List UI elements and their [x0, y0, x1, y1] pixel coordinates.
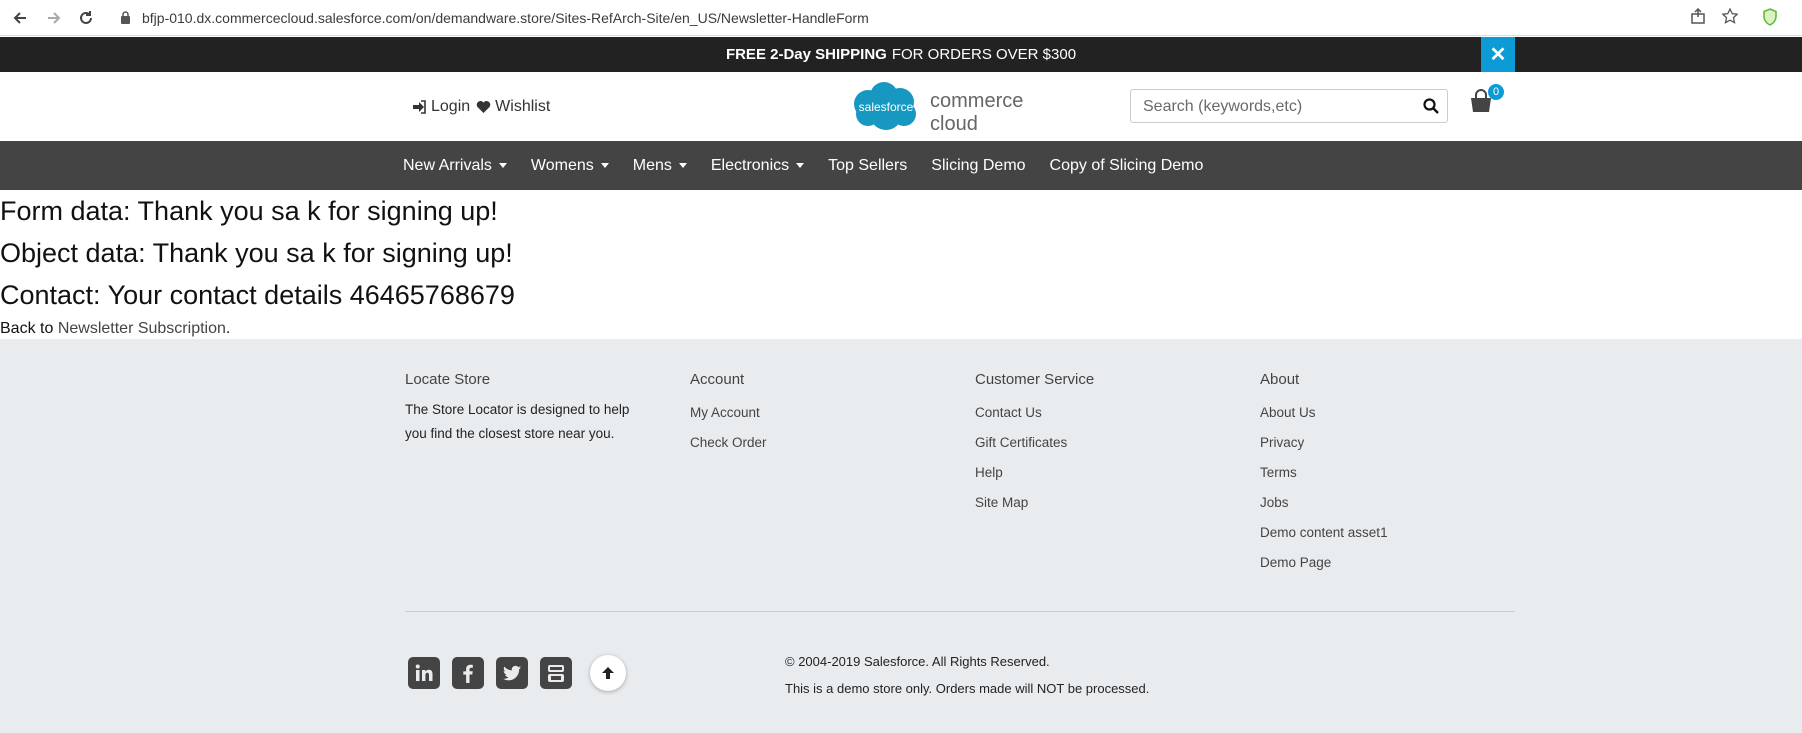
footer-locate-text: The Store Locator is designed to help yo…	[405, 402, 630, 441]
footer-divider	[405, 611, 1515, 612]
footer-link-check-order[interactable]: Check Order	[690, 428, 930, 458]
caret-down-icon	[796, 163, 805, 168]
facebook-icon[interactable]	[452, 657, 484, 689]
nav-label: Top Sellers	[828, 156, 908, 174]
heart-icon	[476, 101, 491, 113]
extension-shield-icon[interactable]	[1762, 8, 1778, 31]
footer-link-privacy[interactable]: Privacy	[1260, 428, 1500, 458]
promo-bold-text: FREE 2-Day SHIPPING	[725, 46, 887, 63]
main-content: Form data: Thank you sa k for signing up…	[0, 190, 1802, 338]
footer-link-help[interactable]: Help	[975, 458, 1215, 488]
promo-text: FOR ORDERS OVER $300	[891, 46, 1077, 63]
reload-icon[interactable]	[76, 8, 96, 28]
login-link[interactable]: Login	[412, 98, 470, 116]
demo-disclaimer-text: This is a demo store only. Orders made w…	[785, 681, 1150, 696]
caret-down-icon	[498, 163, 507, 168]
footer-link-jobs[interactable]: Jobs	[1260, 488, 1500, 518]
site-header: Login Wishlist salesforce commerce cloud…	[0, 72, 1802, 141]
footer-heading: About	[1260, 371, 1300, 388]
object-data-message: Object data: Thank you sa k for signing …	[0, 238, 513, 268]
close-promo-button[interactable]: ✕	[1481, 37, 1515, 72]
footer-link-about-us[interactable]: About Us	[1260, 398, 1500, 428]
footer-link-site-map[interactable]: Site Map	[975, 488, 1215, 518]
social-links	[408, 655, 626, 691]
newsletter-subscription-link[interactable]: Newsletter Subscription	[58, 320, 226, 337]
footer-heading: Account	[690, 371, 745, 388]
arrow-up-icon	[602, 667, 614, 679]
footer-customer-service: Customer Service Contact Us Gift Certifi…	[975, 371, 1215, 518]
footer-locate-store: Locate Store The Store Locator is design…	[405, 371, 645, 446]
back-to-top-button[interactable]	[590, 655, 626, 691]
nav-item-mens[interactable]: Mens	[621, 157, 699, 175]
nav-label: Electronics	[710, 156, 790, 174]
footer-about: About About Us Privacy Terms Jobs Demo c…	[1260, 371, 1500, 578]
back-prefix: Back to	[0, 320, 58, 337]
wishlist-label: Wishlist	[495, 98, 551, 115]
nav-item-electronics[interactable]: Electronics	[699, 157, 816, 175]
nav-label: Slicing Demo	[931, 156, 1026, 174]
youtube-icon[interactable]	[540, 657, 572, 689]
nav-label: Mens	[632, 156, 672, 174]
main-navigation: New Arrivals Womens Mens Electronics Top…	[0, 141, 1802, 190]
footer-link-contact-us[interactable]: Contact Us	[975, 398, 1215, 428]
nav-item-new-arrivals[interactable]: New Arrivals	[403, 157, 519, 175]
caret-down-icon	[678, 163, 687, 168]
bookmark-star-icon[interactable]	[1721, 7, 1739, 29]
logo-wordmark: commerce cloud	[930, 90, 1024, 135]
footer-account: Account My Account Check Order	[690, 371, 930, 458]
footer-link-my-account[interactable]: My Account	[690, 398, 930, 428]
nav-label: New Arrivals	[403, 156, 492, 174]
site-footer: Locate Store The Store Locator is design…	[0, 339, 1802, 733]
forward-arrow-icon[interactable]	[44, 8, 64, 28]
close-icon: ✕	[1489, 44, 1507, 66]
footer-link-demo-page[interactable]: Demo Page	[1260, 548, 1500, 578]
nav-item-copy-of-slicing-demo[interactable]: Copy of Slicing Demo	[1038, 157, 1216, 175]
user-links: Login Wishlist	[412, 98, 550, 116]
twitter-icon[interactable]	[496, 657, 528, 689]
nav-item-womens[interactable]: Womens	[519, 157, 621, 175]
nav-label: Womens	[530, 156, 594, 174]
form-data-message: Form data: Thank you sa k for signing up…	[0, 196, 498, 226]
footer-link-demo-content-asset1[interactable]: Demo content asset1	[1260, 518, 1500, 548]
footer-heading[interactable]: Locate Store	[405, 371, 645, 388]
back-arrow-icon[interactable]	[10, 8, 30, 28]
nav-label: Copy of Slicing Demo	[1049, 156, 1204, 174]
cart-count-badge: 0	[1488, 84, 1504, 100]
share-icon[interactable]	[1690, 7, 1706, 29]
salesforce-cloud-icon: salesforce	[854, 82, 916, 130]
wishlist-link[interactable]: Wishlist	[476, 98, 550, 116]
linkedin-icon[interactable]	[408, 657, 440, 689]
minicart-button[interactable]: 0	[1468, 84, 1504, 119]
nav-item-slicing-demo[interactable]: Slicing Demo	[919, 157, 1037, 175]
back-line: Back to Newsletter Subscription.	[0, 320, 1802, 338]
back-suffix: .	[225, 320, 231, 337]
salesforce-logo[interactable]: salesforce commerce cloud	[846, 78, 1076, 136]
menu-items: New Arrivals Womens Mens Electronics Top…	[403, 141, 1215, 190]
nav-item-top-sellers[interactable]: Top Sellers	[816, 157, 919, 175]
lock-icon[interactable]	[120, 11, 131, 29]
search-icon[interactable]	[1423, 98, 1439, 119]
logo-badge-text: salesforce	[859, 100, 914, 114]
login-label: Login	[431, 98, 471, 115]
footer-link-gift-certificates[interactable]: Gift Certificates	[975, 428, 1215, 458]
sign-in-icon	[413, 100, 426, 114]
footer-legal: © 2004-2019 Salesforce. All Rights Reser…	[785, 648, 1149, 702]
browser-toolbar: bfjp-010.dx.commercecloud.salesforce.com…	[0, 0, 1802, 36]
promo-banner: FREE 2-Day SHIPPING FOR ORDERS OVER $300…	[0, 37, 1802, 72]
footer-heading: Customer Service	[975, 371, 1095, 388]
copyright-text: © 2004-2019 Salesforce. All Rights Reser…	[785, 654, 1050, 669]
caret-down-icon	[600, 163, 609, 168]
search-box	[1130, 89, 1448, 123]
contact-message: Contact: Your contact details 4646576867…	[0, 280, 515, 310]
search-input[interactable]	[1141, 96, 1415, 118]
footer-link-terms[interactable]: Terms	[1260, 458, 1500, 488]
address-bar-url[interactable]: bfjp-010.dx.commercecloud.salesforce.com…	[142, 10, 869, 26]
